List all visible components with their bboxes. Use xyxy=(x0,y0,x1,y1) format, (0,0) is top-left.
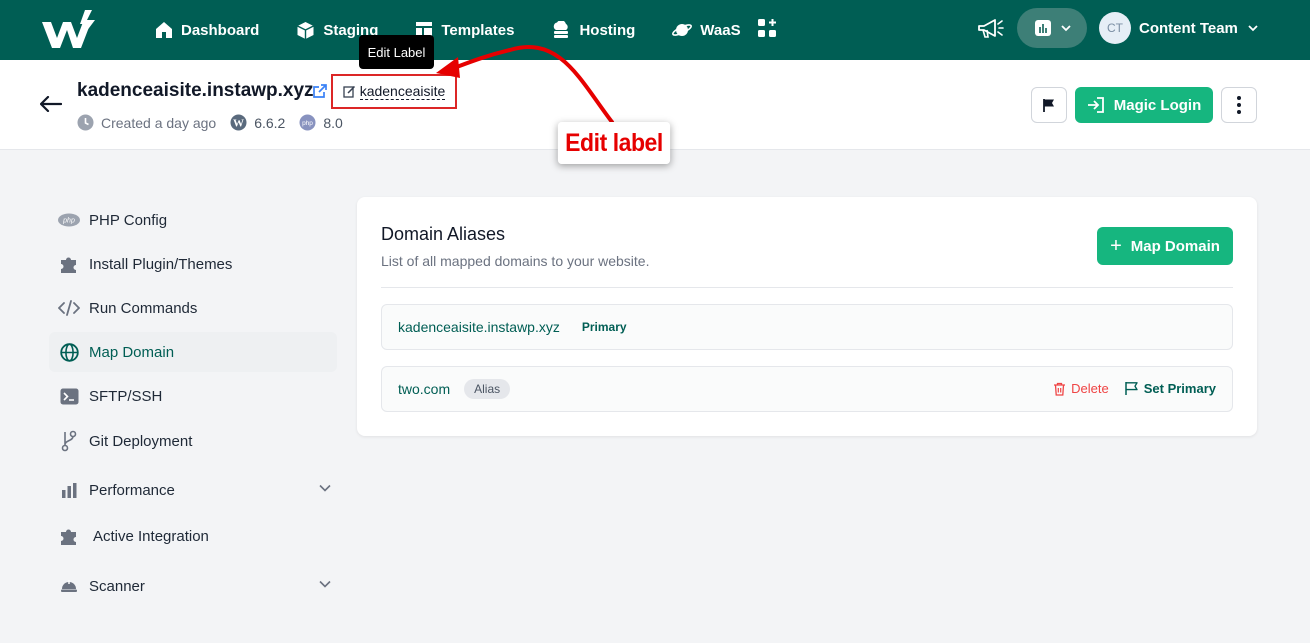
globe-icon xyxy=(59,342,79,362)
edit-label-tooltip: Edit Label xyxy=(359,35,434,69)
chevron-down-icon xyxy=(319,484,331,492)
domain-row: two.com Alias Delete Set Primary xyxy=(381,366,1233,412)
map-domain-button[interactable]: + Map Domain xyxy=(1097,227,1233,265)
nav-hosting[interactable]: Hosting xyxy=(551,21,635,39)
more-options-button[interactable] xyxy=(1221,87,1257,123)
flag-icon xyxy=(1043,98,1054,112)
planet-icon xyxy=(672,24,693,36)
svg-text:php: php xyxy=(302,120,313,127)
bar-chart-icon xyxy=(61,482,76,498)
sidebar-item-run-commands[interactable]: Run Commands xyxy=(49,288,337,328)
php-version: 8.0 xyxy=(323,114,343,131)
card-title: Domain Aliases xyxy=(381,224,506,244)
sidebar-item-label: PHP Config xyxy=(89,211,168,229)
cloud-server-icon xyxy=(554,21,569,38)
divider xyxy=(381,287,1233,288)
sidebar-item-install-plugin-themes[interactable]: Install Plugin/Themes xyxy=(49,244,337,284)
site-title: kadenceaisite.instawp.xyz xyxy=(77,80,314,101)
wp-version: 6.6.2 xyxy=(254,114,286,131)
nav-waas[interactable]: WaaS xyxy=(672,21,741,39)
magic-login-label: Magic Login xyxy=(1113,96,1202,114)
svg-text:php: php xyxy=(62,218,75,225)
sidebar-item-php-config[interactable]: php PHP Config xyxy=(49,200,337,240)
sidebar-item-git-deployment[interactable]: Git Deployment xyxy=(49,421,337,461)
helmet-icon xyxy=(61,580,77,592)
git-branch-icon xyxy=(61,430,77,452)
chevron-down-icon xyxy=(319,580,331,588)
sidebar-item-map-domain[interactable]: Map Domain xyxy=(49,332,337,372)
sidebar-item-sftp-ssh[interactable]: SFTP/SSH xyxy=(49,376,337,416)
sidebar-item-label: Scanner xyxy=(89,577,145,595)
row-actions: Delete Set Primary xyxy=(1053,381,1216,396)
flag-button[interactable] xyxy=(1031,87,1067,123)
php-icon: php xyxy=(58,213,80,227)
instawp-logo[interactable] xyxy=(40,8,98,52)
apps-grid-icon[interactable] xyxy=(757,18,777,38)
sidebar-item-label: Performance xyxy=(89,481,175,499)
puzzle-icon xyxy=(61,257,76,273)
sidebar-item-scanner[interactable]: Scanner xyxy=(49,566,337,606)
top-navbar: Dashboard Staging Templates Hosting WaaS xyxy=(0,0,1310,60)
sidebar-item-performance[interactable]: Performance xyxy=(49,470,337,510)
nav-label: Templates xyxy=(441,21,515,39)
more-vertical-icon xyxy=(1237,96,1241,114)
created-text: Created a day ago xyxy=(101,114,217,131)
annotation-label: Edit label xyxy=(557,122,671,164)
terminal-icon xyxy=(60,388,78,404)
delete-label: Delete xyxy=(1071,381,1109,396)
trash-icon xyxy=(1054,382,1066,396)
domain-aliases-card: Domain Aliases List of all mapped domain… xyxy=(357,197,1257,436)
clock-icon xyxy=(77,114,94,131)
alias-badge: Alias xyxy=(464,379,511,399)
external-link-icon[interactable] xyxy=(312,83,328,99)
domain-name[interactable]: kadenceaisite.instawp.xyz xyxy=(398,319,560,335)
chart-icon xyxy=(1034,20,1051,36)
dashboard-switcher[interactable] xyxy=(1017,8,1087,48)
user-menu[interactable]: CT Content Team xyxy=(1099,12,1258,44)
card-subtitle: List of all mapped domains to your websi… xyxy=(381,253,650,269)
chevron-down-icon xyxy=(1248,25,1258,32)
sidebar-item-label: Git Deployment xyxy=(89,432,193,450)
cube-icon xyxy=(297,21,315,39)
nav-label: Dashboard xyxy=(181,21,260,39)
flag-icon xyxy=(1124,382,1138,395)
back-arrow-icon[interactable] xyxy=(40,96,62,112)
nav-label: Hosting xyxy=(579,21,636,39)
sidebar-item-active-integration[interactable]: Active Integration xyxy=(49,516,337,556)
edit-icon xyxy=(343,85,355,98)
sidebar-item-label: SFTP/SSH xyxy=(89,387,163,405)
plus-icon: + xyxy=(1110,235,1122,257)
svg-text:W: W xyxy=(233,118,244,130)
site-meta: Created a day ago W 6.6.2 php 8.0 xyxy=(77,114,357,131)
php-icon: php xyxy=(299,114,316,131)
sidebar-item-label: Run Commands xyxy=(89,299,198,317)
annotation-arrow xyxy=(436,45,614,124)
chevron-down-icon xyxy=(1060,25,1071,32)
code-icon xyxy=(58,300,80,316)
set-primary-label: Set Primary xyxy=(1143,381,1216,396)
avatar: CT xyxy=(1099,12,1131,44)
nav-label: WaaS xyxy=(700,21,741,39)
sidebar-item-label: Active Integration xyxy=(93,527,209,545)
domain-row: kadenceaisite.instawp.xyz Primary xyxy=(381,304,1233,350)
primary-badge: Primary xyxy=(581,320,627,334)
user-name: Content Team xyxy=(1139,19,1238,37)
megaphone-icon[interactable] xyxy=(975,16,1005,42)
sidebar-item-label: Map Domain xyxy=(89,343,175,361)
map-domain-label: Map Domain xyxy=(1130,237,1220,255)
nav-dashboard[interactable]: Dashboard xyxy=(155,21,259,39)
sidebar-item-label: Install Plugin/Themes xyxy=(89,255,233,273)
delete-button[interactable]: Delete xyxy=(1053,381,1109,396)
magic-login-button[interactable]: Magic Login xyxy=(1075,87,1213,123)
puzzle-icon xyxy=(61,529,76,545)
wordpress-icon: W xyxy=(230,114,247,131)
home-icon xyxy=(156,22,172,38)
set-primary-button[interactable]: Set Primary xyxy=(1124,381,1216,396)
domain-name[interactable]: two.com xyxy=(398,381,450,397)
login-icon xyxy=(1087,97,1104,113)
